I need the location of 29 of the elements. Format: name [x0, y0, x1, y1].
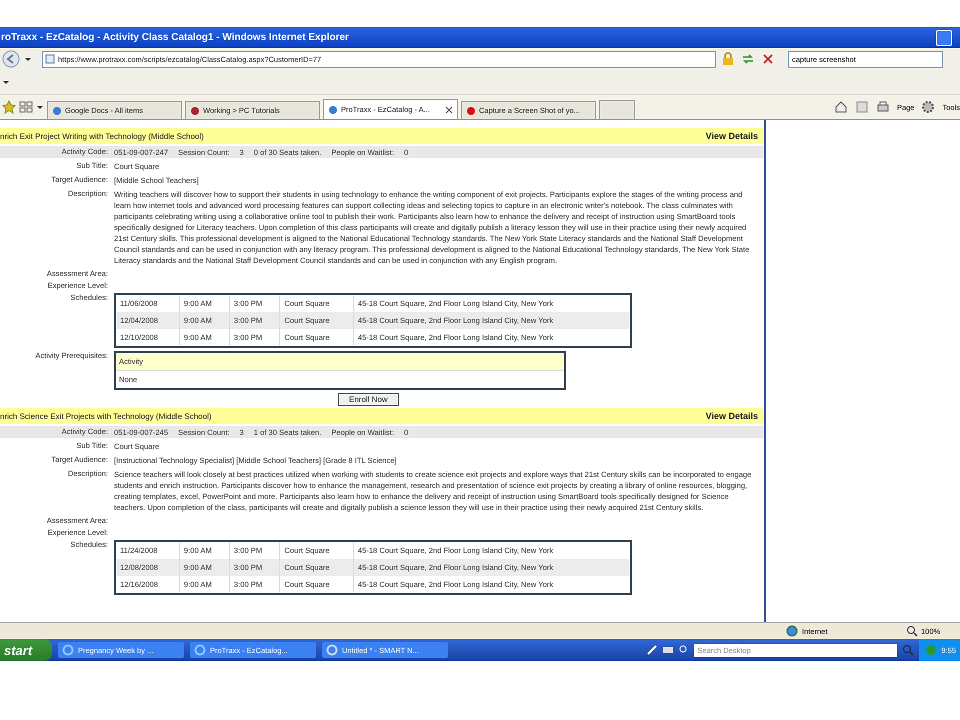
page-icon — [45, 54, 55, 64]
zoom-icon[interactable] — [906, 625, 918, 637]
course-title[interactable]: nrich Science Exit Projects with Technology (Middle School) — [0, 412, 212, 420]
view-details-link[interactable]: View Details — [706, 411, 764, 421]
favicon-icon — [466, 106, 476, 116]
window-title: roTraxx - EzCatalog - Activity Class Catalog1 - Windows Internet Explorer — [0, 32, 349, 43]
favicon-icon — [52, 106, 62, 116]
caret-icon[interactable] — [2, 78, 10, 86]
globe-icon — [786, 625, 798, 637]
home-icon[interactable] — [834, 100, 848, 114]
favicon-icon — [190, 106, 200, 116]
dropdown-caret-icon[interactable] — [36, 103, 44, 111]
pen-icon[interactable] — [646, 644, 658, 656]
dropdown-caret-icon[interactable] — [24, 55, 32, 63]
search-icon[interactable] — [901, 643, 916, 657]
course-title[interactable]: nrich Exit Project Writing with Technology (Middle School) — [0, 132, 204, 140]
enroll-button[interactable]: Enroll Now — [338, 393, 399, 406]
favorites-star-icon[interactable] — [2, 100, 16, 114]
view-details-link[interactable]: View Details — [706, 131, 764, 141]
minimize-button[interactable] — [936, 30, 952, 46]
print-icon[interactable] — [876, 100, 890, 114]
keyboard-icon[interactable] — [662, 644, 674, 656]
start-button[interactable]: start — [0, 639, 52, 661]
gear-icon[interactable] — [921, 100, 936, 114]
lock-icon[interactable] — [720, 51, 736, 67]
tab-grid-icon[interactable] — [19, 100, 33, 114]
back-button-icon[interactable] — [2, 50, 20, 68]
close-tab-icon[interactable] — [445, 106, 453, 114]
favicon-icon — [328, 104, 338, 114]
